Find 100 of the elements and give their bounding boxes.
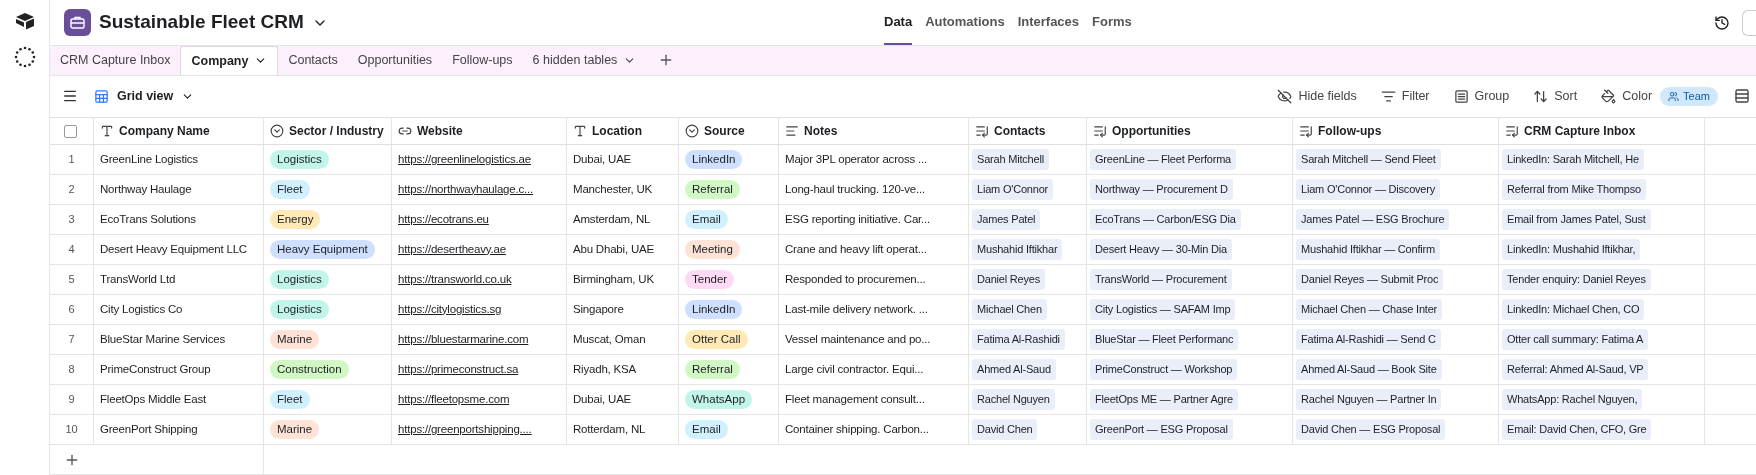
linked-record-chip[interactable]: Daniel Reyes <box>972 269 1046 290</box>
website-link[interactable]: https://fleetopsme.com <box>398 390 510 409</box>
column-header[interactable]: Source <box>679 118 779 144</box>
nav-tab[interactable]: Interfaces <box>1017 0 1080 46</box>
linked-record-chip[interactable]: Liam O'Connor <box>972 179 1054 200</box>
column-header[interactable]: Contacts <box>969 118 1087 144</box>
linked-record-chip[interactable]: Sarah Mitchell — Send Fleet <box>1296 149 1441 170</box>
notes-cell-text: Vessel maintenance and po... <box>785 331 931 347</box>
table-tab[interactable]: CRM Capture Inbox <box>50 46 181 75</box>
column-header[interactable]: Website <box>392 118 567 144</box>
linked-record-chip[interactable]: Ahmed Al-Saud — Book Site <box>1296 359 1442 380</box>
hidden-tables-menu[interactable]: 6 hidden tables <box>522 46 647 75</box>
website-link[interactable]: https://greenlinelogistics.ae <box>398 150 531 169</box>
table-cell-text: Dubai, UAE <box>573 391 632 407</box>
website-link[interactable]: https://ecotrans.eu <box>398 210 489 229</box>
linked-record-chip[interactable]: Referral from Mike Thompso <box>1502 179 1646 200</box>
linked-record-chip[interactable]: Northway — Procurement D <box>1090 179 1233 200</box>
select-tag: Heavy Equipment <box>270 239 375 260</box>
nav-tab[interactable]: Forms <box>1092 0 1132 46</box>
website-link[interactable]: https://greenportshipping.... <box>398 420 532 439</box>
linked-record-chip[interactable]: EcoTrans — Carbon/ESG Dia <box>1090 209 1241 230</box>
table-cell-text: FleetOps Middle East <box>100 391 206 407</box>
team-badge: Team <box>1660 87 1718 106</box>
linked-record-chip[interactable]: Michael Chen <box>972 299 1047 320</box>
website-link[interactable]: https://northwayhaulage.c... <box>398 180 534 199</box>
linked-record-chip[interactable]: Michael Chen — Chase Inter <box>1296 299 1443 320</box>
select-tag: Email <box>685 209 728 230</box>
table-tab[interactable]: Company <box>180 46 279 75</box>
column-header[interactable]: Sector / Industry <box>264 118 392 144</box>
linked-record-chip[interactable]: Email: David Chen, CFO, Gre <box>1502 419 1652 440</box>
select-all-checkbox[interactable] <box>64 124 77 138</box>
column-header[interactable]: Opportunities <box>1087 118 1293 144</box>
linked-record-chip[interactable]: Email from James Patel, Sust <box>1502 209 1651 230</box>
text-field-icon <box>100 124 114 138</box>
select-field-icon <box>685 124 699 138</box>
website-link[interactable]: https://citylogistics.sg <box>398 300 502 319</box>
linked-record-chip[interactable]: LinkedIn: Michael Chen, CO <box>1502 299 1645 320</box>
loading-icon <box>13 46 36 68</box>
column-header[interactable]: CRM Capture Inbox <box>1499 118 1705 144</box>
linked-record-chip[interactable]: LinkedIn: Mushahid Iftikhar, <box>1502 239 1641 260</box>
linked-record-chip[interactable]: Rachel Nguyen — Partner In <box>1296 389 1442 410</box>
table-tab[interactable]: Follow-ups <box>442 46 523 75</box>
website-link[interactable]: https://primeconstruct.sa <box>398 360 519 379</box>
toolbar-button[interactable]: Color <box>1597 87 1657 106</box>
history-icon[interactable] <box>1714 14 1730 31</box>
table-tab[interactable]: Opportunities <box>347 46 443 75</box>
linked-record-chip[interactable]: James Patel — ESG Brochure <box>1296 209 1450 230</box>
select-tag: Construction <box>270 359 349 380</box>
linked-record-chip[interactable]: GreenPort — ESG Proposal <box>1090 419 1233 440</box>
linked-record-chip[interactable]: TransWorld — Procurement <box>1090 269 1232 290</box>
row-number: 3 <box>68 212 75 228</box>
logo-icon[interactable] <box>14 12 35 30</box>
toolbar-button[interactable]: Group <box>1449 87 1514 106</box>
nav-tab[interactable]: Automations <box>925 0 1005 46</box>
notes-cell-text: Long-haul trucking. 120-ve... <box>785 181 925 197</box>
linked-record-chip[interactable]: Desert Heavy — 30-Min Dia <box>1090 239 1232 260</box>
website-link[interactable]: https://transworld.co.uk <box>398 270 512 289</box>
linked-record-chip[interactable]: Mushahid Iftikhar — Confirm <box>1296 239 1440 260</box>
linked-record-chip[interactable]: David Chen — ESG Proposal <box>1296 419 1446 440</box>
linked-record-chip[interactable]: WhatsApp: Rachel Nguyen, <box>1502 389 1643 410</box>
linked-record-chip[interactable]: David Chen <box>972 419 1038 440</box>
linked-record-chip[interactable]: Tender enquiry: Daniel Reyes <box>1502 269 1651 290</box>
select-tag: Logistics <box>270 269 329 290</box>
website-link[interactable]: https://bluestarmarine.com <box>398 330 529 349</box>
select-tag: WhatsApp <box>685 389 753 410</box>
column-header[interactable]: Notes <box>779 118 969 144</box>
row-height-icon[interactable] <box>1734 88 1750 105</box>
table-tab[interactable]: Contacts <box>278 46 348 75</box>
linked-record-chip[interactable]: GreenLine — Fleet Performa <box>1090 149 1237 170</box>
linked-record-chip[interactable]: BlueStar — Fleet Performanc <box>1090 329 1239 350</box>
column-header[interactable]: Company Name <box>94 118 264 144</box>
linked-record-chip[interactable]: Ahmed Al-Saud <box>972 359 1056 380</box>
filter-icon <box>1380 88 1396 104</box>
linked-record-chip[interactable]: Liam O'Connor — Discovery <box>1296 179 1441 200</box>
notes-cell-text: Responded to procuremen... <box>785 271 926 287</box>
linked-record-chip[interactable]: Sarah Mitchell <box>972 149 1049 170</box>
linked-record-chip[interactable]: James Patel <box>972 209 1041 230</box>
group-icon <box>1453 88 1469 104</box>
toolbar-button[interactable]: Sort <box>1529 87 1582 106</box>
base-icon[interactable] <box>64 9 91 37</box>
linked-record-chip[interactable]: Fatima Al-Rashidi <box>972 329 1065 350</box>
linked-record-chip[interactable]: City Logistics — SAFAM Imp <box>1090 299 1236 320</box>
linked-record-chip[interactable]: FleetOps ME — Partner Agre <box>1090 389 1238 410</box>
row-number: 1 <box>68 152 75 168</box>
linked-record-chip[interactable]: PrimeConstruct — Workshop <box>1090 359 1238 380</box>
linked-record-chip[interactable]: Daniel Reyes — Submit Proc <box>1296 269 1444 290</box>
linked-record-chip[interactable]: LinkedIn: Sarah Mitchell, He <box>1502 149 1644 170</box>
table-cell-text: Abu Dhabi, UAE <box>573 241 654 257</box>
linked-record-chip[interactable]: Rachel Nguyen <box>972 389 1055 410</box>
column-header[interactable]: Follow-ups <box>1293 118 1499 144</box>
toolbar-button[interactable]: Filter <box>1376 87 1434 106</box>
linked-record-chip[interactable]: Mushahid Iftikhar <box>972 239 1063 260</box>
linked-record-chip[interactable]: Otter call summary: Fatima A <box>1502 329 1649 350</box>
linked-record-icon <box>1299 124 1313 138</box>
view-switcher[interactable]: Grid view <box>94 87 195 106</box>
linked-record-chip[interactable]: Referral: Ahmed Al-Saud, VP <box>1502 359 1649 380</box>
website-link[interactable]: https://desertheavy.ae <box>398 240 506 259</box>
linked-record-chip[interactable]: Fatima Al-Rashidi — Send C <box>1296 329 1441 350</box>
column-header[interactable]: Location <box>567 118 679 144</box>
toolbar-button[interactable]: Hide fields <box>1273 87 1361 106</box>
